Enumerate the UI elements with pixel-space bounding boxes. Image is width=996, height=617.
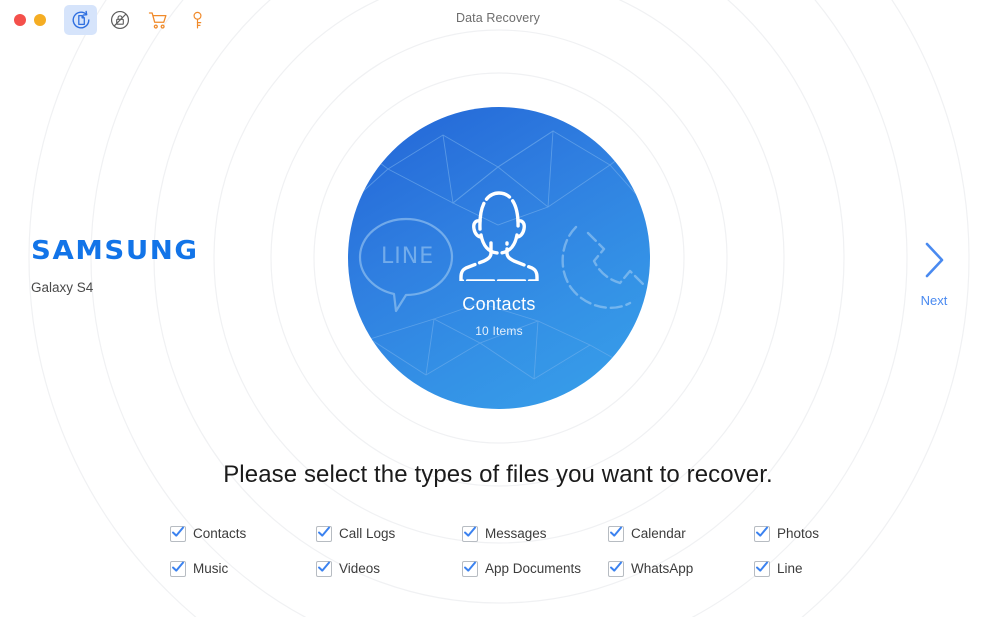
file-type-whatsapp[interactable]: WhatsApp	[608, 551, 754, 586]
checkbox-app-documents[interactable]	[462, 560, 478, 577]
hero-data-type-label: Contacts	[462, 293, 536, 314]
checkmark-icon	[464, 561, 476, 572]
chevron-right-icon	[925, 242, 944, 278]
checkmark-icon	[610, 561, 622, 572]
checkmark-icon	[172, 526, 184, 537]
contact-person-icon	[458, 185, 540, 286]
checkbox-music[interactable]	[170, 560, 186, 577]
device-info: SAMSUNG Galaxy S4	[31, 238, 197, 295]
checkbox-whatsapp[interactable]	[608, 560, 624, 577]
next-button[interactable]: Next	[905, 238, 963, 308]
page-title: Please select the types of files you wan…	[223, 461, 773, 488]
device-brand-logo: SAMSUNG	[31, 236, 199, 266]
device-model-label: Galaxy S4	[31, 280, 94, 295]
data-recovery-window: Data Recovery SAMSUNG Galaxy S4 LINE Con…	[0, 0, 996, 617]
checkmark-icon	[610, 526, 622, 537]
file-type-photos[interactable]: Photos	[754, 516, 900, 551]
next-button-label: Next	[920, 293, 948, 308]
file-type-line[interactable]: Line	[754, 551, 900, 586]
checkmark-icon	[318, 526, 330, 537]
file-type-label: App Documents	[485, 561, 582, 576]
file-type-label: Calendar	[631, 526, 686, 541]
selected-data-type-circle[interactable]: LINE Contacts 10 Items	[348, 107, 650, 409]
checkmark-icon	[756, 526, 768, 537]
file-type-call-logs[interactable]: Call Logs	[316, 516, 462, 551]
file-type-label: Photos	[777, 526, 820, 541]
hero-item-count: 10 Items	[475, 323, 523, 338]
window-title: Data Recovery	[456, 11, 540, 25]
file-type-label: Call Logs	[339, 526, 396, 541]
checkbox-videos[interactable]	[316, 560, 332, 577]
file-type-app-documents[interactable]: App Documents	[462, 551, 608, 586]
checkmark-icon	[172, 561, 184, 572]
file-type-label: WhatsApp	[631, 561, 694, 576]
file-type-videos[interactable]: Videos	[316, 551, 462, 586]
file-type-music[interactable]: Music	[170, 551, 316, 586]
window-titlebar: Data Recovery	[0, 0, 996, 40]
file-type-label: Contacts	[193, 526, 247, 541]
checkmark-icon	[756, 561, 768, 572]
checkbox-photos[interactable]	[754, 525, 770, 542]
file-type-label: Messages	[485, 526, 547, 541]
checkbox-contacts[interactable]	[170, 525, 186, 542]
checkbox-messages[interactable]	[462, 525, 478, 542]
file-type-contacts[interactable]: Contacts	[170, 516, 316, 551]
file-type-messages[interactable]: Messages	[462, 516, 608, 551]
file-type-label: Videos	[339, 561, 381, 576]
file-type-label: Line	[777, 561, 803, 576]
checkbox-call-logs[interactable]	[316, 525, 332, 542]
file-type-checkbox-grid: Contacts Call Logs Messages Calendar Pho…	[170, 516, 830, 586]
checkbox-line[interactable]	[754, 560, 770, 577]
file-type-calendar[interactable]: Calendar	[608, 516, 754, 551]
checkmark-icon	[464, 526, 476, 537]
file-type-label: Music	[193, 561, 229, 576]
checkbox-calendar[interactable]	[608, 525, 624, 542]
checkmark-icon	[318, 561, 330, 572]
